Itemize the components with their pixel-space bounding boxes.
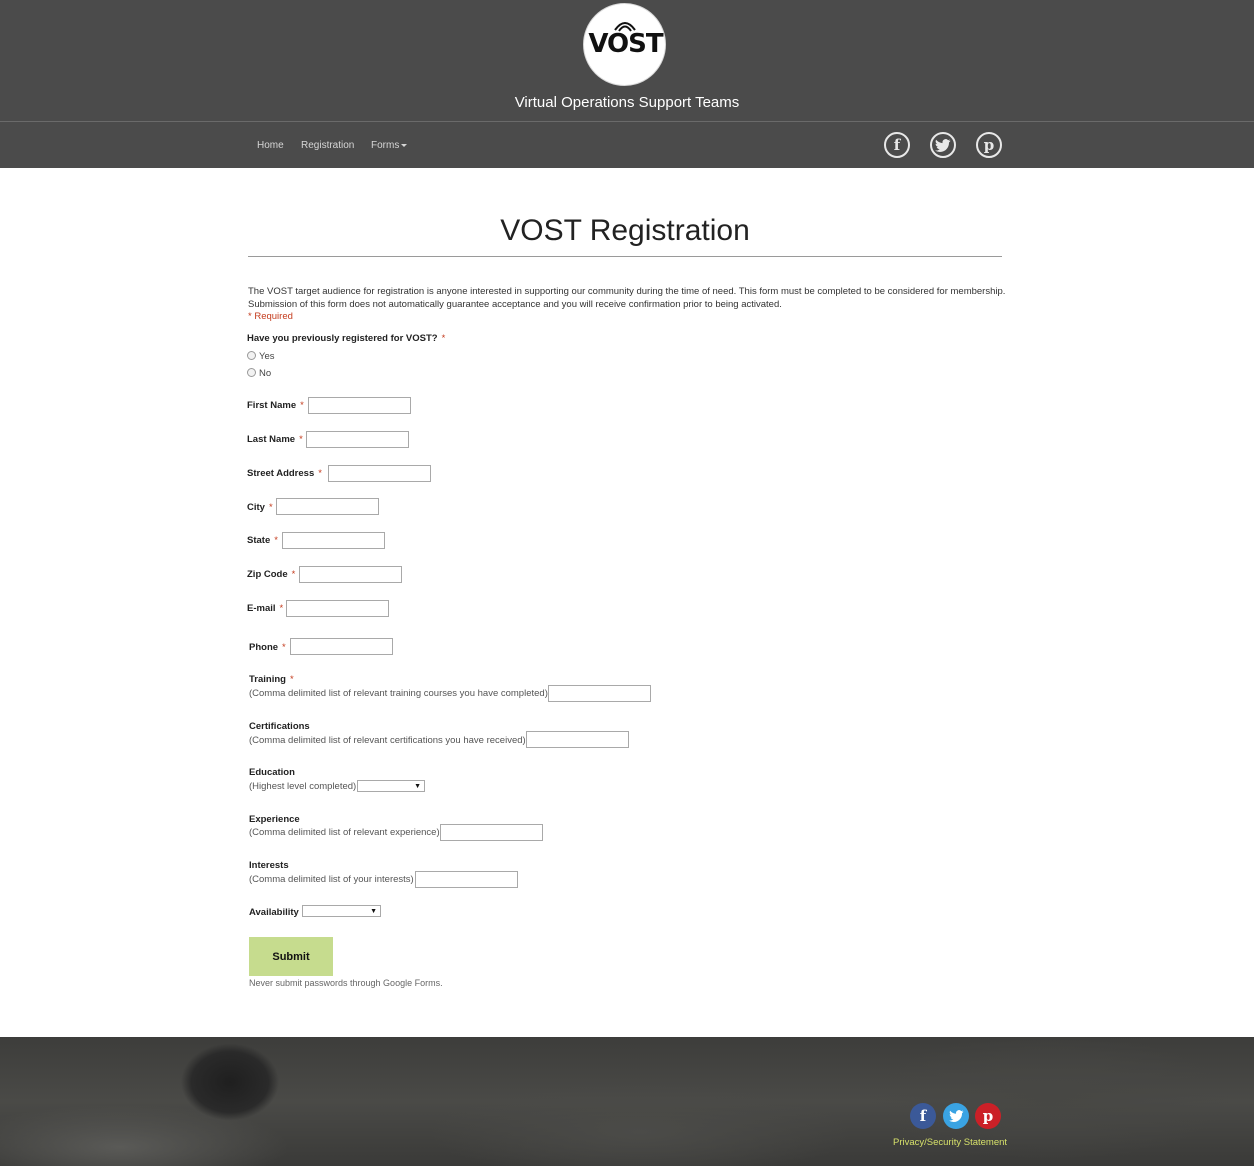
- street-address-input[interactable]: [328, 465, 431, 482]
- required-asterisk: *: [318, 468, 322, 479]
- site-title: Virtual Operations Support Teams: [514, 94, 740, 111]
- certifications-help-text: (Comma delimited list of relevant certif…: [249, 735, 526, 746]
- nav-registration-link[interactable]: Registration: [301, 140, 354, 151]
- radio-option-no[interactable]: No: [247, 368, 271, 379]
- required-asterisk: *: [441, 333, 446, 344]
- required-asterisk: *: [282, 642, 286, 653]
- site-header: VOST Virtual Operations Support Teams: [0, 0, 1254, 121]
- training-input[interactable]: [548, 685, 651, 702]
- zip-code-label: Zip Code *: [247, 569, 295, 580]
- title-divider: [248, 256, 1002, 257]
- education-label: Education: [249, 767, 295, 778]
- label-text: First Name: [247, 400, 297, 411]
- training-help-text: (Comma delimited list of relevant traini…: [249, 688, 548, 699]
- required-asterisk: *: [299, 434, 303, 445]
- radio-button[interactable]: [247, 368, 256, 377]
- dropdown-arrow-icon: ▼: [414, 783, 421, 790]
- required-asterisk: *: [268, 502, 273, 513]
- experience-input[interactable]: [440, 824, 543, 841]
- privacy-security-link[interactable]: Privacy/Security Statement: [893, 1137, 1007, 1148]
- pinterest-icon[interactable]: p: [975, 1103, 1001, 1129]
- required-asterisk: *: [289, 674, 294, 685]
- facebook-icon[interactable]: f: [884, 132, 910, 158]
- interests-label: Interests: [249, 860, 289, 871]
- state-label: State *: [247, 535, 278, 546]
- form-description: The VOST target audience for registratio…: [248, 285, 1008, 311]
- required-asterisk: *: [279, 603, 284, 614]
- intro-line-2: Submission of this form does not automat…: [248, 299, 782, 310]
- phone-input[interactable]: [290, 638, 393, 655]
- label-text: Phone: [249, 642, 279, 653]
- certifications-label: Certifications: [249, 721, 310, 732]
- submit-button[interactable]: Submit: [249, 937, 333, 976]
- experience-help-text: (Comma delimited list of relevant experi…: [249, 827, 440, 838]
- required-asterisk: *: [291, 569, 296, 580]
- twitter-icon[interactable]: [943, 1103, 969, 1129]
- vost-logo[interactable]: VOST: [583, 3, 666, 86]
- required-asterisk: *: [274, 535, 278, 546]
- question-text: Have you previously registered for VOST?: [247, 333, 438, 344]
- main-navbar: Home Registration Forms f p: [0, 121, 1254, 168]
- email-label: E-mail *: [247, 603, 283, 614]
- label-text: City: [247, 502, 265, 513]
- site-footer: f p Privacy/Security Statement: [0, 1037, 1254, 1166]
- first-name-input[interactable]: [308, 397, 411, 414]
- intro-line-1: The VOST target audience for registratio…: [248, 286, 1006, 297]
- availability-select[interactable]: ▼: [302, 905, 381, 917]
- dropdown-arrow-icon: ▼: [370, 908, 377, 915]
- availability-label: Availability: [249, 907, 299, 918]
- education-help-text: (Highest level completed): [249, 781, 357, 792]
- interests-help-text: (Comma delimited list of your interests): [249, 874, 414, 885]
- label-text: Street Address: [247, 468, 315, 479]
- twitter-bird-shape: [948, 1110, 963, 1122]
- nav-forms-dropdown[interactable]: Forms: [371, 140, 408, 151]
- label-text: Zip Code: [247, 569, 288, 580]
- last-name-input[interactable]: [306, 431, 409, 448]
- zip-code-input[interactable]: [299, 566, 402, 583]
- certifications-input[interactable]: [526, 731, 629, 748]
- last-name-label: Last Name *: [247, 434, 303, 445]
- password-warning: Never submit passwords through Google Fo…: [249, 978, 443, 988]
- logo-text: VOST: [588, 29, 663, 59]
- label-text: Last Name: [247, 434, 296, 445]
- facebook-icon[interactable]: f: [910, 1103, 936, 1129]
- nav-forms-label: Forms: [371, 140, 400, 151]
- street-address-label: Street Address *: [247, 468, 322, 479]
- pinterest-icon[interactable]: p: [976, 132, 1002, 158]
- radio-label-yes: Yes: [259, 351, 275, 362]
- radio-option-yes[interactable]: Yes: [247, 351, 275, 362]
- nav-home-link[interactable]: Home: [257, 140, 284, 151]
- previous-registration-label: Have you previously registered for VOST?…: [247, 333, 445, 344]
- radio-label-no: No: [259, 368, 272, 379]
- label-text: Training: [249, 674, 286, 685]
- first-name-label: First Name *: [247, 400, 304, 411]
- phone-label: Phone *: [249, 642, 286, 653]
- email-input[interactable]: [286, 600, 389, 617]
- twitter-icon[interactable]: [930, 132, 956, 158]
- label-text: State: [247, 535, 271, 546]
- label-text: E-mail: [247, 603, 276, 614]
- caret-down-icon: [401, 143, 408, 147]
- radio-button[interactable]: [247, 351, 256, 360]
- state-input[interactable]: [282, 532, 385, 549]
- education-select[interactable]: ▼: [357, 780, 425, 792]
- required-note: * Required: [248, 311, 293, 322]
- city-label: City *: [247, 502, 273, 513]
- interests-input[interactable]: [415, 871, 518, 888]
- experience-label: Experience: [249, 814, 300, 825]
- twitter-bird-shape: [935, 138, 951, 152]
- required-asterisk: *: [300, 400, 304, 411]
- training-label: Training *: [249, 674, 294, 685]
- page-title: VOST Registration: [500, 214, 750, 247]
- city-input[interactable]: [276, 498, 379, 515]
